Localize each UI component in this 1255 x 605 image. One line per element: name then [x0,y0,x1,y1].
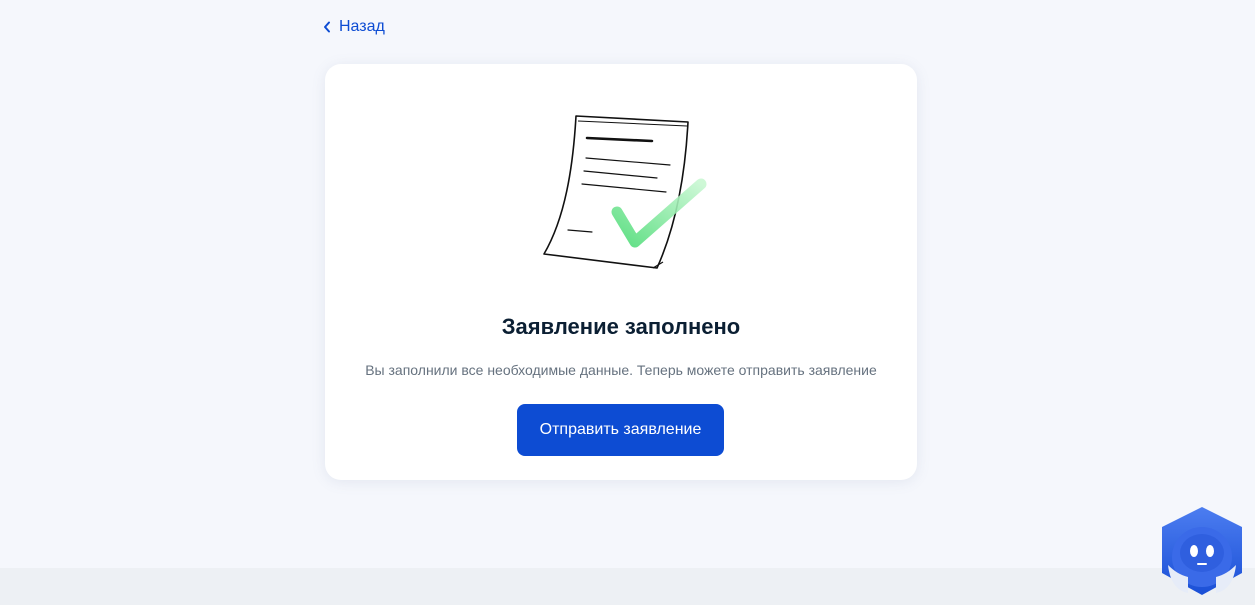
result-message: Вы заполнили все необходимые данные. Теп… [365,362,877,378]
result-card: Заявление заполнено Вы заполнили все нео… [325,64,917,480]
chevron-left-icon [324,21,330,33]
result-title: Заявление заполнено [501,314,741,339]
submit-application-button[interactable]: Отправить заявление [517,404,724,456]
back-link[interactable]: Назад [323,16,385,38]
footer [0,568,1255,605]
back-link-label: Назад [339,18,385,35]
document-check-illustration [543,115,707,269]
assistant-robot-icon[interactable] [1158,505,1246,599]
